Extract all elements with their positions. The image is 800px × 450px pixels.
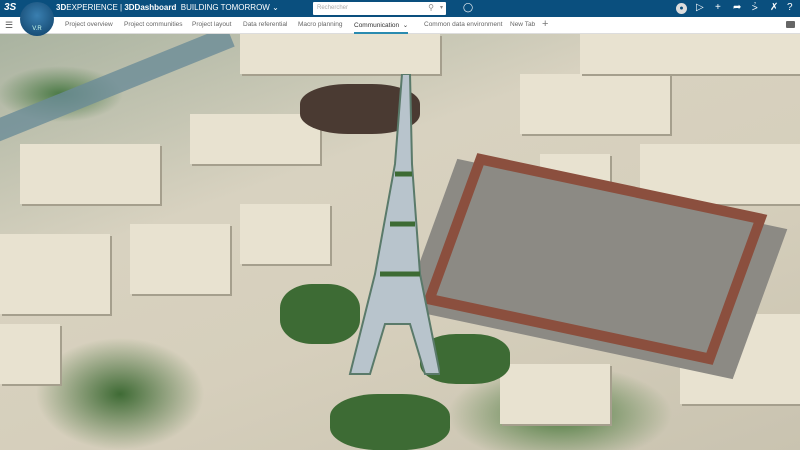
chevron-down-icon[interactable]: ⌄	[272, 3, 279, 12]
compass-icon[interactable]: V.R	[20, 2, 54, 36]
search-placeholder: Rechercher	[317, 5, 349, 11]
brand: EXPERIENCE |	[66, 3, 125, 12]
tools-icon[interactable]: ✗	[770, 2, 778, 14]
tab-macro-planning[interactable]: Macro planning	[298, 21, 342, 28]
chat-icon[interactable]	[786, 21, 795, 28]
forward-icon[interactable]: ➦	[733, 2, 741, 14]
brand-bold: 3D	[56, 3, 67, 12]
3ds-logo-icon[interactable]: 3S	[4, 2, 16, 13]
help-icon[interactable]: ?	[787, 2, 793, 14]
building	[130, 224, 230, 294]
plus-icon[interactable]: +	[715, 2, 721, 14]
search-input[interactable]: Rechercher ⚲ ▾	[313, 2, 446, 15]
building	[20, 144, 160, 204]
add-tab-icon[interactable]: +	[542, 18, 548, 30]
app-title[interactable]: 3DEXPERIENCE | 3DDashboard BUILDING TOMO…	[56, 3, 279, 12]
avatar[interactable]: ●	[676, 3, 687, 14]
app-name: 3DDashboard	[124, 3, 177, 12]
building	[580, 34, 800, 74]
chevron-down-icon[interactable]: ▾	[440, 4, 443, 11]
share-icon[interactable]: ▷	[696, 2, 704, 14]
building	[520, 74, 670, 134]
tab-communication[interactable]: Communication ⌄	[354, 21, 409, 34]
tab-data-referential[interactable]: Data referential	[243, 21, 287, 28]
dashboard-name: BUILDING TOMORROW	[180, 3, 270, 12]
top-bar: 3S 3DEXPERIENCE | 3DDashboard BUILDING T…	[0, 0, 800, 17]
building	[500, 364, 610, 424]
building	[190, 114, 320, 164]
search-icon[interactable]: ⚲	[428, 3, 434, 12]
tag-icon[interactable]: ◯	[463, 2, 473, 13]
building	[240, 204, 330, 264]
tab-bar: ☰ Project overview Project communities P…	[0, 17, 800, 34]
building	[0, 234, 110, 314]
building	[0, 324, 60, 384]
tab-common-data-environment[interactable]: Common data environment	[424, 21, 502, 28]
network-icon[interactable]: ⩼	[752, 2, 758, 14]
tab-project-layout[interactable]: Project layout	[192, 21, 231, 28]
tab-project-overview[interactable]: Project overview	[65, 21, 113, 28]
menu-icon[interactable]: ☰	[5, 20, 13, 31]
compass-version: V.R	[32, 26, 42, 32]
tab-project-communities[interactable]: Project communities	[124, 21, 183, 28]
eiffel-tower	[348, 74, 440, 375]
3d-city-viewport[interactable]	[0, 34, 800, 450]
tab-label: Communication	[354, 22, 400, 29]
building	[240, 34, 440, 74]
tab-new-tab[interactable]: New Tab	[510, 21, 535, 28]
